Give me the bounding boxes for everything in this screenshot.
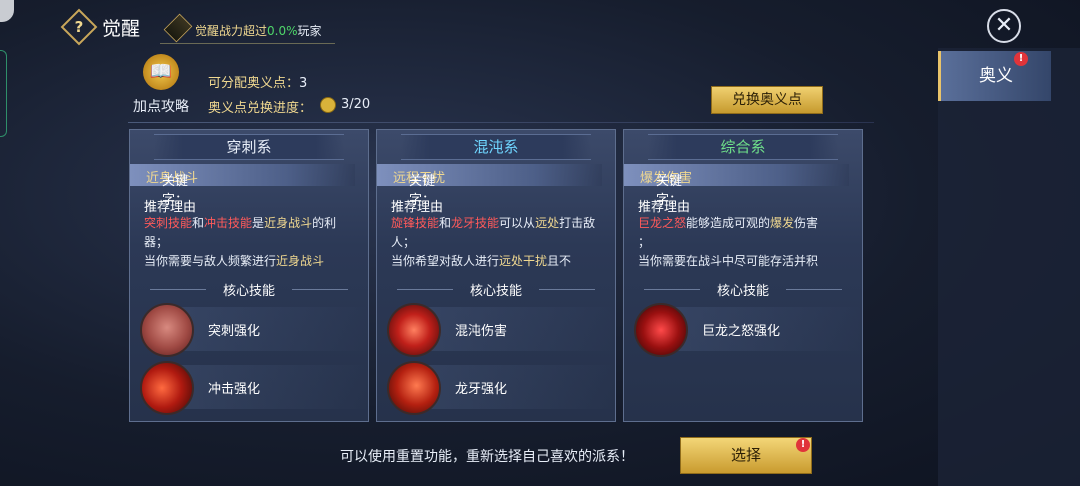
coin-icon <box>320 97 336 113</box>
select-button[interactable]: 选择 <box>680 437 812 474</box>
card-title: 混沌系 <box>473 138 519 156</box>
chaos-icon <box>387 303 441 357</box>
skill-row[interactable]: 冲击强化 <box>130 361 368 415</box>
page-title: 觉醒 <box>102 18 141 40</box>
dragon-fang-icon <box>387 361 441 415</box>
card-title-bar: 混沌系 <box>401 134 591 160</box>
tab-alert-badge: ! <box>1014 52 1028 66</box>
impact-icon <box>140 361 194 415</box>
exchange-points-button[interactable]: 兑换奥义点 <box>711 86 823 114</box>
close-icon: ✕ <box>994 13 1014 38</box>
help-icon: ? <box>74 18 84 36</box>
exchange-progress-label: 奥义点兑换进度： <box>208 101 313 116</box>
skill-row[interactable]: 混沌伤害 <box>377 303 615 357</box>
faction-card-comprehensive[interactable]: 综合系 关键字： 爆发伤害 推荐理由 巨龙之怒能够造成可观的爆发伤害；当你需要在战… <box>623 129 863 422</box>
reason-text: 旋锋技能和龙牙技能可以从远处打击敌人； 当你希望对敌人进行远处干扰且不 <box>391 216 596 268</box>
keyword-bar: 关键字： 近身战斗 <box>130 164 355 208</box>
left-tab-decoration <box>0 50 7 137</box>
keyword-bar: 关键字： 爆发伤害 <box>624 164 849 208</box>
skill-row[interactable]: 突刺强化 <box>130 303 368 357</box>
core-divider-right <box>292 289 348 290</box>
awaken-power-text: 觉醒战力超过0.0%玩家 <box>195 24 322 38</box>
dragon-rage-icon <box>634 303 688 357</box>
card-title: 穿刺系 <box>226 138 272 156</box>
select-alert-badge: ! <box>796 438 810 452</box>
available-points: 可分配奥义点：3 <box>208 76 308 91</box>
close-button[interactable]: ✕ <box>987 9 1021 43</box>
exchange-progress-value: 3/20 <box>341 97 371 112</box>
reason-title: 推荐理由 <box>638 200 691 215</box>
side-panel <box>938 48 1080 486</box>
core-divider-right <box>786 289 842 290</box>
skill-row[interactable]: 巨龙之怒强化 <box>624 303 862 357</box>
core-divider-right <box>539 289 595 290</box>
thrust-icon <box>140 303 194 357</box>
skill-row[interactable]: 龙牙强化 <box>377 361 615 415</box>
reason-text: 突刺技能和冲击技能是近身战斗的利器； 当你需要与敌人频繁进行近身战斗 <box>144 216 337 268</box>
card-title-bar: 综合系 <box>648 134 838 160</box>
header-divider <box>128 122 874 123</box>
tab-aoyi[interactable]: 奥义 <box>938 51 1051 101</box>
reason-title: 推荐理由 <box>391 200 444 215</box>
card-title-bar: 穿刺系 <box>154 134 344 160</box>
help-button[interactable]: ? <box>60 8 98 46</box>
guide-label[interactable]: 加点攻略 <box>133 96 189 116</box>
left-edge-decoration <box>0 0 14 22</box>
card-title: 综合系 <box>720 138 766 156</box>
faction-card-chaos[interactable]: 混沌系 关键字： 远程干扰 推荐理由 旋锋技能和龙牙技能可以从远处打击敌人； 当你希… <box>376 129 616 422</box>
guide-book-icon[interactable]: 📖 <box>143 54 179 90</box>
reason-text: 巨龙之怒能够造成可观的爆发伤害；当你需要在战斗中尽可能存活并积 <box>638 216 819 268</box>
keyword-bar: 关键字： 远程干扰 <box>377 164 602 208</box>
faction-card-piercing[interactable]: 穿刺系 关键字： 近身战斗 推荐理由 突刺技能和冲击技能是近身战斗的利器； 当你需要… <box>129 129 369 422</box>
reason-title: 推荐理由 <box>144 200 197 215</box>
reset-hint: 可以使用重置功能，重新选择自己喜欢的派系！ <box>340 449 634 465</box>
